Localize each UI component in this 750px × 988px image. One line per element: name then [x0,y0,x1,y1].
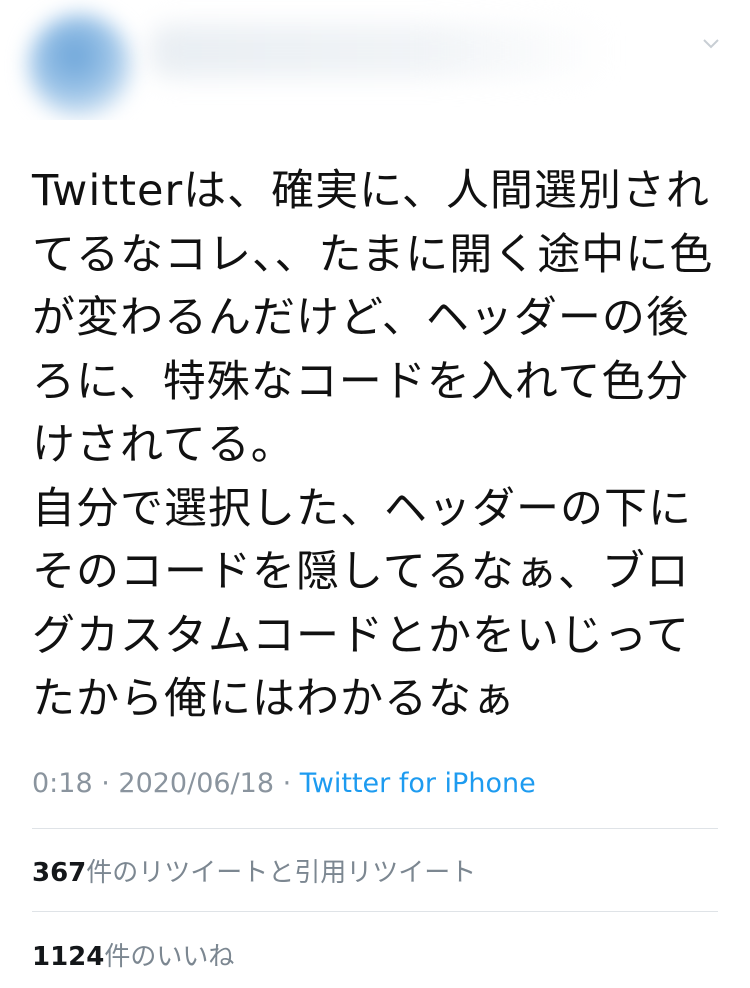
chevron-down-icon-svg [703,39,719,49]
chevron-down-icon[interactable] [700,32,722,54]
tweet-meta: 0:18 · 2020/06/18 · Twitter for iPhone [32,768,536,799]
retweets-label: 件のリツイートと引用リツイート [86,858,477,888]
meta-separator: · [92,768,119,799]
tweet-source-link[interactable]: Twitter for iPhone [300,768,536,799]
blurred-user-name[interactable] [150,24,610,78]
likes-count: 1124 [32,942,105,972]
likes-stat[interactable]: 1124件のいいね [32,936,234,973]
retweets-stat[interactable]: 367件のリツイートと引用リツイート [32,852,476,889]
avatar[interactable] [28,14,132,118]
meta-separator: · [274,768,300,799]
divider [32,911,718,912]
tweet-time: 0:18 [32,768,93,799]
likes-label: 件のいいね [104,942,235,972]
divider [32,828,718,829]
retweets-count: 367 [32,858,87,888]
tweet-date: 2020/06/18 [118,768,275,799]
tweet-header [0,0,750,120]
tweet-text: Twitterは、確実に、人間選別されてるなコレ、、たまに開く途中に色が変わるん… [32,166,714,724]
